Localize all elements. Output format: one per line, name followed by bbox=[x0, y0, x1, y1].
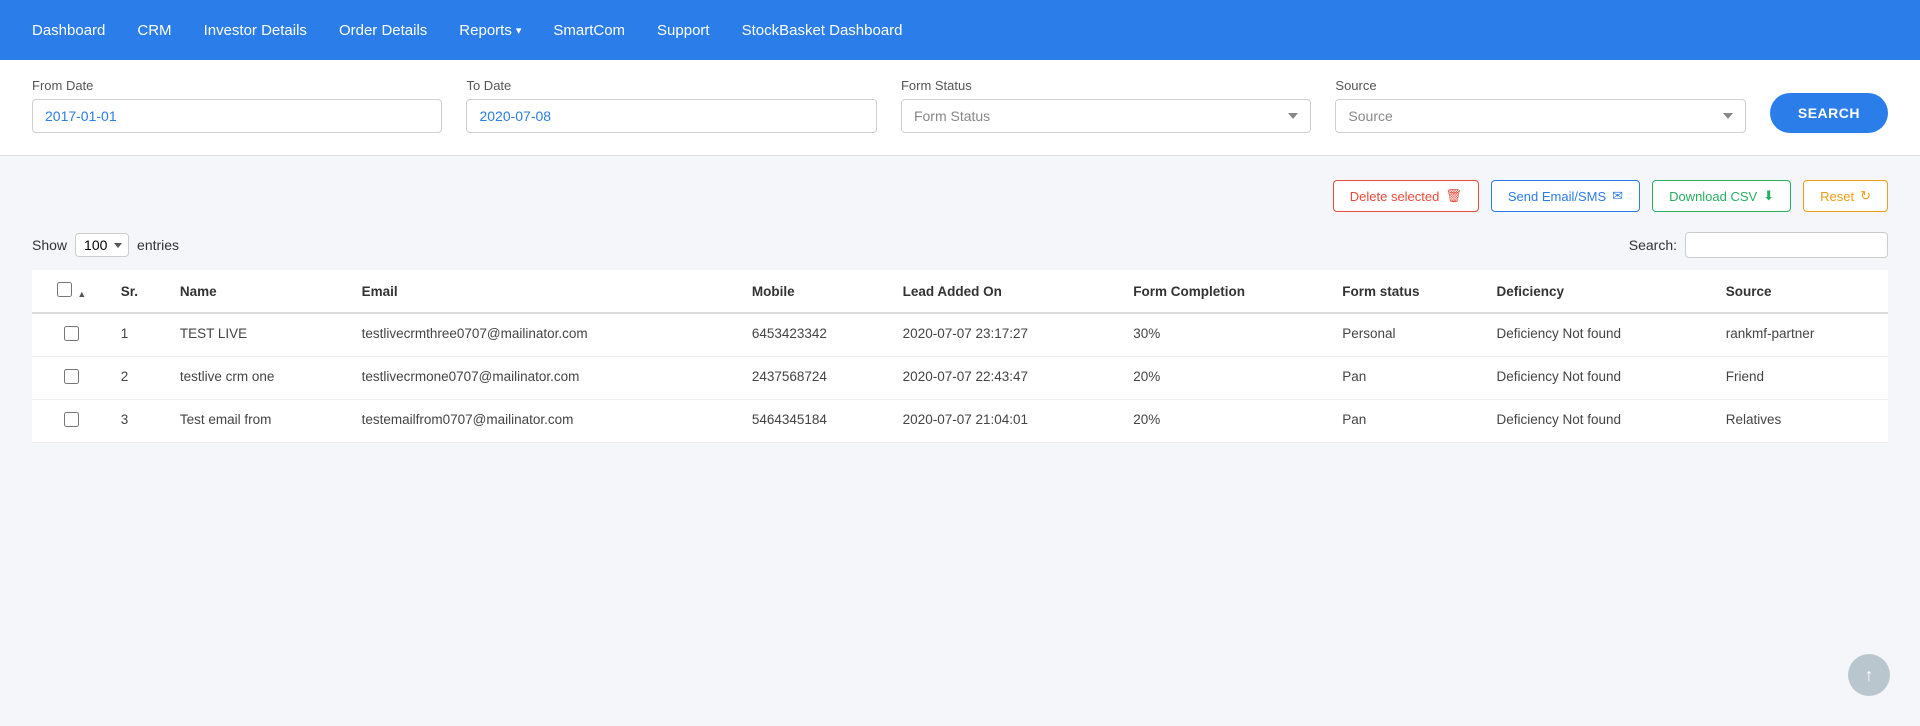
col-name: Name bbox=[170, 270, 352, 313]
download-csv-label: Download CSV bbox=[1669, 189, 1757, 204]
data-table: ▲ Sr. Name Email Mobile Lead Added On Fo… bbox=[32, 270, 1888, 443]
cell-lead-added-on: 2020-07-07 23:17:27 bbox=[893, 313, 1124, 357]
nav-stockbasket-dashboard[interactable]: StockBasket Dashboard bbox=[742, 22, 903, 39]
from-date-group: From Date bbox=[32, 78, 442, 133]
sort-arrows: ▲ bbox=[77, 289, 86, 299]
cell-name: Test email from bbox=[170, 400, 352, 443]
table-row: 1 TEST LIVE testlivecrmthree0707@mailina… bbox=[32, 313, 1888, 357]
from-date-label: From Date bbox=[32, 78, 442, 93]
cell-form-status: Pan bbox=[1332, 400, 1486, 443]
to-date-input[interactable] bbox=[466, 99, 876, 133]
cell-form-completion: 30% bbox=[1123, 313, 1332, 357]
send-email-sms-button[interactable]: Send Email/SMS ✉ bbox=[1491, 180, 1640, 212]
cell-lead-added-on: 2020-07-07 22:43:47 bbox=[893, 357, 1124, 400]
cell-source: Relatives bbox=[1716, 400, 1888, 443]
cell-form-completion: 20% bbox=[1123, 357, 1332, 400]
cell-email: testemailfrom0707@mailinator.com bbox=[352, 400, 742, 443]
form-status-label: Form Status bbox=[901, 78, 1311, 93]
cell-form-completion: 20% bbox=[1123, 400, 1332, 443]
delete-selected-label: Delete selected bbox=[1350, 189, 1440, 204]
cell-deficiency: Deficiency Not found bbox=[1486, 357, 1715, 400]
table-row: 3 Test email from testemailfrom0707@mail… bbox=[32, 400, 1888, 443]
cell-name: testlive crm one bbox=[170, 357, 352, 400]
reset-icon: ↻ bbox=[1860, 188, 1871, 204]
cell-mobile: 5464345184 bbox=[742, 400, 893, 443]
from-date-input[interactable] bbox=[32, 99, 442, 133]
entries-label: entries bbox=[137, 237, 179, 253]
search-label: Search: bbox=[1629, 237, 1677, 253]
entries-select[interactable]: 10 25 50 100 bbox=[75, 233, 129, 257]
form-status-select[interactable]: Form Status bbox=[901, 99, 1311, 133]
cell-email: testlivecrmthree0707@mailinator.com bbox=[352, 313, 742, 357]
csv-icon: ⬇ bbox=[1763, 188, 1774, 204]
col-email: Email bbox=[352, 270, 742, 313]
trash-icon: 🗑 bbox=[1445, 188, 1462, 204]
email-icon: ✉ bbox=[1612, 188, 1623, 204]
cell-deficiency: Deficiency Not found bbox=[1486, 313, 1715, 357]
delete-selected-button[interactable]: Delete selected 🗑 bbox=[1333, 180, 1479, 212]
source-select[interactable]: Source bbox=[1335, 99, 1745, 133]
cell-form-status: Personal bbox=[1332, 313, 1486, 357]
scroll-to-top-button[interactable]: ↑ bbox=[1848, 654, 1890, 696]
col-form-status: Form status bbox=[1332, 270, 1486, 313]
nav-dashboard[interactable]: Dashboard bbox=[32, 22, 105, 39]
table-row: 2 testlive crm one testlivecrmone0707@ma… bbox=[32, 357, 1888, 400]
cell-sr: 2 bbox=[111, 357, 170, 400]
source-group: Source Source bbox=[1335, 78, 1745, 133]
to-date-label: To Date bbox=[466, 78, 876, 93]
col-deficiency: Deficiency bbox=[1486, 270, 1715, 313]
to-date-group: To Date bbox=[466, 78, 876, 133]
main-nav: Dashboard CRM Investor Details Order Det… bbox=[0, 0, 1920, 60]
cell-deficiency: Deficiency Not found bbox=[1486, 400, 1715, 443]
form-status-group: Form Status Form Status bbox=[901, 78, 1311, 133]
nav-order-details[interactable]: Order Details bbox=[339, 22, 427, 39]
show-label: Show bbox=[32, 237, 67, 253]
show-entries: Show 10 25 50 100 entries bbox=[32, 233, 179, 257]
cell-name: TEST LIVE bbox=[170, 313, 352, 357]
reset-label: Reset bbox=[1820, 189, 1854, 204]
col-form-completion: Form Completion bbox=[1123, 270, 1332, 313]
send-email-sms-label: Send Email/SMS bbox=[1508, 189, 1606, 204]
chevron-down-icon: ▾ bbox=[516, 24, 522, 37]
search-box: Search: bbox=[1629, 232, 1888, 258]
cell-mobile: 6453423342 bbox=[742, 313, 893, 357]
nav-support[interactable]: Support bbox=[657, 22, 710, 39]
cell-sr: 3 bbox=[111, 400, 170, 443]
cell-form-status: Pan bbox=[1332, 357, 1486, 400]
cell-source: Friend bbox=[1716, 357, 1888, 400]
nav-investor-details[interactable]: Investor Details bbox=[204, 22, 307, 39]
col-sr: Sr. bbox=[111, 270, 170, 313]
select-all-checkbox[interactable] bbox=[57, 282, 72, 297]
row-checkbox[interactable] bbox=[64, 369, 79, 384]
source-label: Source bbox=[1335, 78, 1745, 93]
cell-email: testlivecrmone0707@mailinator.com bbox=[352, 357, 742, 400]
download-csv-button[interactable]: Download CSV ⬇ bbox=[1652, 180, 1791, 212]
search-button[interactable]: SEARCH bbox=[1770, 93, 1888, 133]
col-checkbox: ▲ bbox=[32, 270, 111, 313]
cell-mobile: 2437568724 bbox=[742, 357, 893, 400]
filter-bar: From Date To Date Form Status Form Statu… bbox=[0, 60, 1920, 156]
cell-source: rankmf-partner bbox=[1716, 313, 1888, 357]
nav-reports[interactable]: Reports ▾ bbox=[459, 22, 521, 39]
table-controls: Show 10 25 50 100 entries Search: bbox=[32, 232, 1888, 258]
cell-sr: 1 bbox=[111, 313, 170, 357]
content-area: Delete selected 🗑 Send Email/SMS ✉ Downl… bbox=[0, 156, 1920, 467]
col-mobile: Mobile bbox=[742, 270, 893, 313]
action-row: Delete selected 🗑 Send Email/SMS ✉ Downl… bbox=[32, 180, 1888, 212]
nav-smartcom[interactable]: SmartCom bbox=[553, 22, 625, 39]
col-source: Source bbox=[1716, 270, 1888, 313]
row-checkbox[interactable] bbox=[64, 412, 79, 427]
nav-crm[interactable]: CRM bbox=[137, 22, 171, 39]
col-lead-added-on: Lead Added On bbox=[893, 270, 1124, 313]
cell-lead-added-on: 2020-07-07 21:04:01 bbox=[893, 400, 1124, 443]
reset-button[interactable]: Reset ↻ bbox=[1803, 180, 1888, 212]
table-search-input[interactable] bbox=[1685, 232, 1888, 258]
row-checkbox[interactable] bbox=[64, 326, 79, 341]
